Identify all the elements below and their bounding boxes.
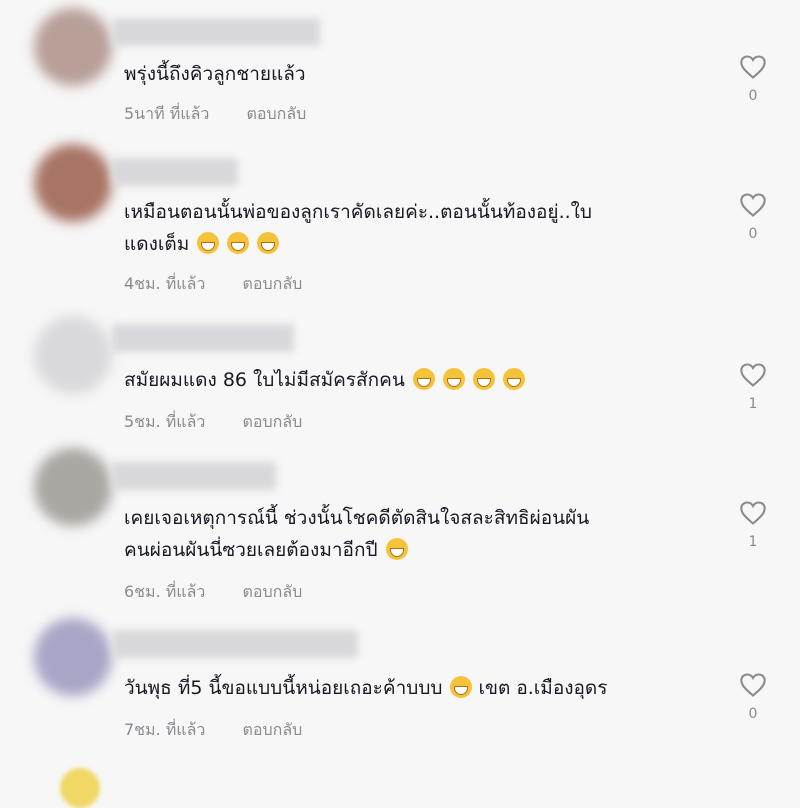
comment-text-body: วันพุธ ที่5 นี้ขอแบบนี้หน่อยเถอะค้าบบบ [124, 677, 443, 699]
like-button[interactable]: 1 [738, 500, 768, 550]
grinning-face-icon [412, 368, 435, 390]
grinning-face-icon [197, 232, 220, 254]
grinning-face-icon [227, 232, 250, 254]
reply-button[interactable]: ตอบกลับ [243, 582, 303, 601]
grinning-face-icon [472, 368, 495, 390]
grinning-face-icon [257, 232, 280, 254]
like-count: 0 [748, 706, 758, 722]
comment-meta: 5นาที ที่แล้ว ตอบกลับ [124, 102, 338, 127]
like-button[interactable]: 0 [738, 672, 768, 722]
reply-button[interactable]: ตอบกลับ [243, 412, 303, 431]
heart-outline-icon[interactable] [739, 54, 767, 80]
grinning-face-icon [450, 676, 473, 698]
comment-time: 5ชม. ที่แล้ว [124, 412, 206, 431]
comment-time: 5นาที ที่แล้ว [124, 104, 210, 123]
reply-button[interactable]: ตอบกลับ [243, 720, 303, 739]
comment-time: 7ชม. ที่แล้ว [124, 720, 206, 739]
like-button[interactable]: 0 [738, 192, 768, 242]
username-blurred[interactable] [112, 18, 320, 46]
reply-button[interactable]: ตอบกลับ [246, 104, 306, 123]
comment-text-body: เคยเจอเหตุการณ์นี้ ช่วงนั้นโชคดีตัดสินใจ… [124, 507, 590, 561]
like-count: 0 [748, 226, 758, 242]
comment-text: สมัยผมแดง 86 ใบไม่มีสมัครสักคน [124, 364, 525, 396]
username-blurred[interactable] [112, 324, 294, 352]
username-blurred[interactable] [112, 158, 238, 186]
comment-text-body: สมัยผมแดง 86 ใบไม่มีสมัครสักคน [124, 369, 405, 391]
username-blurred[interactable] [112, 630, 358, 658]
like-count: 1 [748, 534, 758, 550]
comment-meta: 5ชม. ที่แล้ว ตอบกลับ [124, 410, 334, 435]
grinning-face-icon [442, 368, 465, 390]
like-button[interactable]: 0 [738, 54, 768, 104]
avatar[interactable] [34, 8, 112, 86]
avatar[interactable] [60, 768, 100, 808]
avatar[interactable] [34, 618, 112, 696]
heart-outline-icon[interactable] [739, 672, 767, 698]
comment-time: 6ชม. ที่แล้ว [124, 582, 206, 601]
avatar[interactable] [34, 448, 112, 526]
comment-text-body: เหมือนตอนนั้นพ่อของลูกเราคัดเลยค่ะ..ตอนน… [124, 201, 592, 255]
avatar[interactable] [34, 316, 112, 394]
comment-meta: 7ชม. ที่แล้ว ตอบกลับ [124, 718, 334, 743]
comment-text-suffix: เขต อ.เมืองอุดร [472, 677, 608, 699]
reply-button[interactable]: ตอบกลับ [243, 274, 303, 293]
comment-text: พรุ่งนี้ถึงคิวลูกชายแล้ว [124, 63, 306, 85]
avatar[interactable] [34, 144, 112, 222]
comment-text: วันพุธ ที่5 นี้ขอแบบนี้หน่อยเถอะค้าบบบ เ… [124, 672, 607, 704]
comment-text: เหมือนตอนนั้นพ่อของลูกเราคัดเลยค่ะ..ตอนน… [124, 196, 592, 260]
like-count: 0 [748, 88, 758, 104]
comment-time: 4ชม. ที่แล้ว [124, 274, 206, 293]
heart-outline-icon[interactable] [739, 362, 767, 388]
heart-outline-icon[interactable] [739, 192, 767, 218]
comment-text: เคยเจอเหตุการณ์นี้ ช่วงนั้นโชคดีตัดสินใจ… [124, 502, 589, 566]
comment-meta: 4ชม. ที่แล้ว ตอบกลับ [124, 272, 334, 297]
heart-outline-icon[interactable] [739, 500, 767, 526]
comment-meta: 6ชม. ที่แล้ว ตอบกลับ [124, 580, 334, 605]
grinning-face-icon [385, 538, 408, 560]
grinning-face-icon [502, 368, 525, 390]
like-count: 1 [748, 396, 758, 412]
username-blurred[interactable] [112, 462, 276, 490]
like-button[interactable]: 1 [738, 362, 768, 412]
